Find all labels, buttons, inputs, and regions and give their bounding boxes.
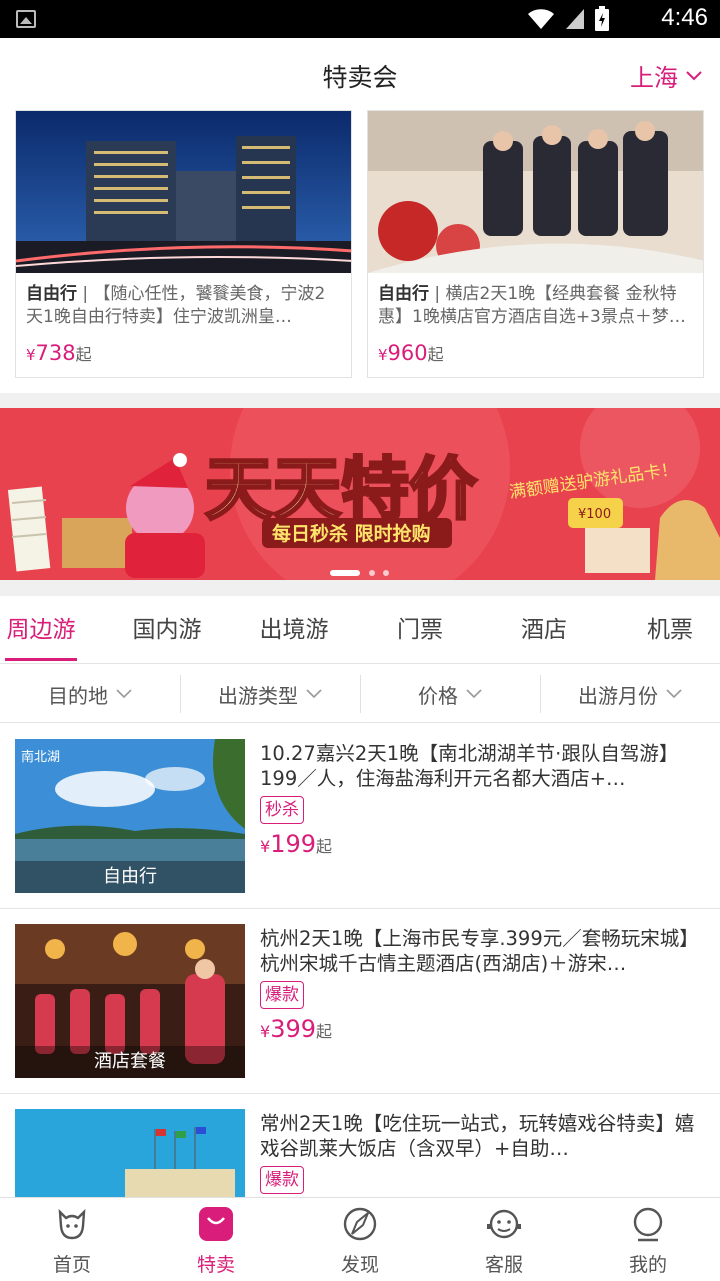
chevron-down-icon bbox=[666, 689, 682, 699]
promo-banner[interactable]: 天天特价 每日秒杀 限时抢购 满额赠送驴游礼品卡！ ¥100 bbox=[0, 408, 720, 580]
banner-subline: 每日秒杀 限时抢购 bbox=[272, 522, 431, 545]
thumb-caption: 南北湖 bbox=[21, 749, 60, 765]
tab-tickets[interactable]: 门票 bbox=[388, 596, 452, 664]
nav-deals[interactable]: 特卖 bbox=[144, 1198, 288, 1281]
product-title: 常州2天1晚【吃住玩一站式，玩转嬉戏谷特卖】嬉戏谷凯莱大饭店（含双早）+自助… bbox=[260, 1112, 695, 1160]
featured-section: 自由行 | 【随心任性，饕餮美食，宁波2天1晚自由行特卖】住宁波凯洲皇… ¥73… bbox=[0, 110, 720, 395]
featured-desc: 自由行 | 【随心任性，饕餮美食，宁波2天1晚自由行特卖】住宁波凯洲皇… bbox=[26, 284, 326, 327]
hotel-photo bbox=[16, 111, 351, 273]
status-bar: 4:46 bbox=[0, 0, 720, 38]
category-tabs: 周边游 国内游 出境游 门票 酒店 机票 bbox=[0, 596, 720, 664]
nav-label: 特卖 bbox=[196, 1254, 235, 1276]
list-item[interactable]: 酒店套餐 杭州2天1晚【上海市民专享.399元／套畅玩宋城】杭州宋城千古情主题酒… bbox=[0, 909, 720, 1094]
tab-hotel[interactable]: 酒店 bbox=[512, 596, 576, 664]
section-divider bbox=[0, 580, 720, 596]
chevron-down-icon bbox=[306, 689, 322, 699]
home-icon bbox=[58, 1208, 86, 1240]
nav-home[interactable]: 首页 bbox=[0, 1198, 144, 1281]
section-divider bbox=[0, 393, 720, 408]
product-price: ¥199起 bbox=[260, 830, 333, 858]
featured-card[interactable]: 自由行 | 横店2天1晚【经典套餐 金秋特惠】1晚横店官方酒店自选+3景点＋梦…… bbox=[367, 110, 704, 378]
wifi-icon bbox=[528, 9, 554, 29]
filter-price[interactable]: 价格 bbox=[360, 665, 540, 723]
page-title: 特卖会 bbox=[322, 63, 398, 92]
trip-type-tag: 自由行 bbox=[15, 861, 245, 893]
image-notification-icon bbox=[16, 10, 36, 28]
featured-desc: 自由行 | 横店2天1晚【经典套餐 金秋特惠】1晚横店官方酒店自选+3景点＋梦… bbox=[378, 284, 686, 327]
product-title: 10.27嘉兴2天1晚【南北湖湖羊节·跟队自驾游】199／人，住海盐海利开元名都… bbox=[260, 742, 679, 790]
discover-icon bbox=[343, 1207, 377, 1241]
tab-nearby[interactable]: 周边游 bbox=[0, 596, 82, 664]
city-label: 上海 bbox=[630, 64, 678, 92]
drama-photo bbox=[368, 111, 703, 273]
nav-label: 首页 bbox=[52, 1254, 91, 1276]
filter-label: 出游类型 bbox=[218, 683, 298, 708]
nav-service[interactable]: 客服 bbox=[432, 1198, 576, 1281]
nav-label: 我的 bbox=[628, 1254, 667, 1276]
service-icon bbox=[487, 1209, 521, 1239]
trip-type-tag: 酒店套餐 bbox=[15, 1046, 245, 1078]
status-icons bbox=[526, 6, 610, 32]
product-title: 杭州2天1晚【上海市民专享.399元／套畅玩宋城】杭州宋城千古情主题酒店(西湖店… bbox=[260, 927, 699, 975]
filter-label: 价格 bbox=[418, 683, 458, 708]
battery-icon bbox=[595, 6, 609, 31]
filter-bar: 目的地 出游类型 价格 出游月份 bbox=[0, 665, 720, 723]
nav-discover[interactable]: 发现 bbox=[288, 1198, 432, 1281]
nav-profile[interactable]: 我的 bbox=[576, 1198, 720, 1281]
tab-domestic[interactable]: 国内游 bbox=[125, 596, 209, 664]
hot-item-badge: 爆款 bbox=[260, 1166, 304, 1194]
product-photo bbox=[15, 1109, 245, 1198]
chevron-down-icon bbox=[466, 689, 482, 699]
bottom-nav: 首页 特卖 发现 客服 我的 bbox=[0, 1197, 720, 1280]
tab-outbound[interactable]: 出境游 bbox=[252, 596, 336, 664]
clock: 4:46 bbox=[661, 4, 708, 31]
product-price: ¥399起 bbox=[260, 1015, 333, 1043]
filter-month[interactable]: 出游月份 bbox=[540, 665, 720, 723]
flash-sale-badge: 秒杀 bbox=[260, 796, 304, 824]
tab-flights[interactable]: 机票 bbox=[638, 596, 702, 664]
chevron-down-icon bbox=[116, 689, 132, 699]
hot-item-badge: 爆款 bbox=[260, 981, 304, 1009]
active-tab-indicator bbox=[5, 658, 77, 661]
product-photo: 酒店套餐 bbox=[15, 924, 245, 1078]
product-list: 南北湖 自由行 10.27嘉兴2天1晚【南北湖湖羊节·跟队自驾游】199／人，住… bbox=[0, 724, 720, 1198]
nav-label: 客服 bbox=[484, 1254, 523, 1276]
filter-destination[interactable]: 目的地 bbox=[0, 665, 180, 723]
featured-card[interactable]: 自由行 | 【随心任性，饕餮美食，宁波2天1晚自由行特卖】住宁波凯洲皇… ¥73… bbox=[15, 110, 352, 378]
signal-icon bbox=[566, 9, 584, 29]
city-selector[interactable]: 上海 bbox=[630, 58, 702, 93]
filter-label: 出游月份 bbox=[578, 683, 658, 708]
nav-label: 发现 bbox=[340, 1254, 379, 1276]
featured-price: ¥960起 bbox=[378, 341, 444, 365]
filter-trip-type[interactable]: 出游类型 bbox=[180, 665, 360, 723]
header: 特卖会 上海 bbox=[0, 38, 720, 110]
chevron-down-icon bbox=[686, 70, 702, 80]
product-photo: 南北湖 自由行 bbox=[15, 739, 245, 893]
profile-icon bbox=[633, 1207, 663, 1242]
banner-card-value: ¥100 bbox=[578, 507, 611, 522]
filter-label: 目的地 bbox=[48, 683, 108, 708]
featured-price: ¥738起 bbox=[26, 341, 92, 365]
list-item[interactable]: 南北湖 自由行 10.27嘉兴2天1晚【南北湖湖羊节·跟队自驾游】199／人，住… bbox=[0, 724, 720, 909]
list-item[interactable]: 常州2天1晚【吃住玩一站式，玩转嬉戏谷特卖】嬉戏谷凯莱大饭店（含双早）+自助… … bbox=[0, 1094, 720, 1198]
bag-icon bbox=[199, 1207, 233, 1241]
